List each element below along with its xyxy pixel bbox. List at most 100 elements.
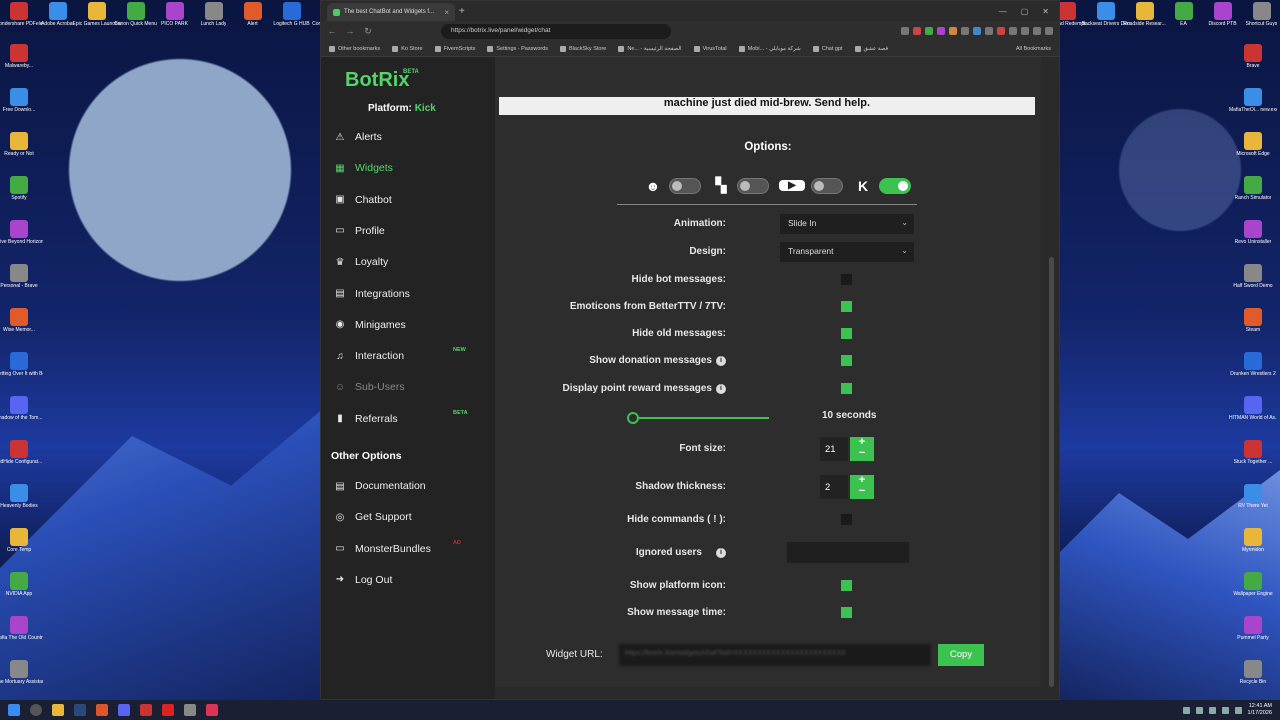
extension-icon[interactable] [961, 27, 969, 35]
desktop-icon[interactable]: Drunken Wrestlers 2 [1228, 352, 1278, 392]
bookmark-item[interactable]: Mobi... - شركة موبايلي [738, 45, 801, 52]
sidebar-item-monsterbundles[interactable]: ▭ MonsterBundles AD [321, 538, 495, 560]
maximize-icon[interactable]: ▢ [1021, 7, 1029, 16]
emoticons-checkbox[interactable] [841, 301, 852, 312]
extension-icon[interactable] [913, 27, 921, 35]
extension-icon[interactable] [1021, 27, 1029, 35]
desktop-icon[interactable]: Drive Beyond Horizons [0, 220, 43, 260]
bookmark-item[interactable]: Chat gpt [812, 45, 843, 52]
bookmark-item[interactable]: FivemScripts [434, 45, 475, 52]
desktop-icon[interactable]: Microsoft Edge [1228, 132, 1278, 172]
point-reward-checkbox[interactable] [841, 383, 852, 394]
bookmark-item[interactable]: VirusTotal [693, 45, 727, 52]
extension-icon[interactable] [973, 27, 981, 35]
desktop-icon[interactable]: Shadow of the Tom... [0, 396, 42, 436]
desktop-icon[interactable]: Brave [1228, 44, 1278, 84]
app-icon[interactable] [184, 704, 196, 716]
all-bookmarks[interactable]: All Bookmarks [1016, 46, 1051, 52]
brave-icon[interactable] [96, 704, 108, 716]
duration-slider-track[interactable] [627, 417, 769, 419]
font-size-input[interactable]: 21 [820, 437, 848, 461]
desktop-icon[interactable]: NVIDIA App [2, 572, 36, 612]
info-icon[interactable]: i [716, 383, 726, 394]
opera-icon[interactable] [162, 704, 174, 716]
animation-select[interactable]: Slide In ⌄ [780, 214, 914, 234]
desktop-icon[interactable]: EA [1165, 2, 1202, 40]
back-icon[interactable]: ← [327, 26, 337, 36]
desktop-icon[interactable]: HITMAN World of As... [1228, 396, 1278, 436]
extension-icon[interactable] [937, 27, 945, 35]
extension-icon[interactable] [985, 27, 993, 35]
forward-icon[interactable]: → [345, 26, 355, 36]
tray-icon[interactable] [1182, 706, 1190, 714]
desktop-icon[interactable]: Pummel Party [1228, 616, 1278, 656]
platform-icon-checkbox[interactable] [841, 580, 852, 591]
desktop-icon[interactable]: PICO PARK [156, 2, 193, 40]
desktop-icon[interactable]: Half Sword Demo [1228, 264, 1278, 304]
extension-icon[interactable] [1009, 27, 1017, 35]
desktop-icon[interactable]: Recycle Bin [1228, 660, 1278, 700]
shadow-input[interactable]: 2 [820, 475, 848, 499]
sidebar-item-sub-users[interactable]: ☺ Sub-Users [321, 376, 495, 398]
desktop-icon[interactable]: Roadside Resear... [1123, 2, 1166, 40]
discord-icon[interactable] [118, 704, 130, 716]
desktop-icon[interactable]: RV There Yet [1228, 484, 1278, 524]
copy-button[interactable]: Copy [938, 644, 984, 666]
desktop-icon[interactable]: Shortcut Guys [1243, 2, 1280, 40]
desktop-icon[interactable]: Adobe Acrobat [39, 2, 76, 40]
shadow-stepper[interactable]: + − [850, 475, 874, 499]
desktop-icon[interactable]: Canon Quick Menu [114, 2, 157, 40]
bookmark-item[interactable]: Ko Store [392, 45, 423, 52]
extension-icon[interactable] [1033, 27, 1041, 35]
desktop-icon[interactable]: Heavenly Bodies [0, 484, 38, 524]
new-tab-icon[interactable]: + [459, 6, 465, 17]
url-input[interactable]: https://botrix.live/panel/widget/chat [441, 23, 671, 39]
desktop-icon[interactable]: Steam [1228, 308, 1278, 348]
sidebar-item-loyalty[interactable]: ♛ Loyalty [321, 251, 495, 273]
app-icon[interactable] [206, 704, 218, 716]
steam-icon[interactable] [74, 704, 86, 716]
minimize-icon[interactable]: — [999, 7, 1007, 16]
desktop-icon[interactable]: The Mortuary Assistant [0, 660, 43, 700]
hide-bot-checkbox[interactable] [841, 274, 852, 285]
platform-toggle[interactable] [737, 177, 769, 194]
widget-url-field[interactable]: https://botrix.live/widgets/chat?bid=XXX… [619, 644, 931, 666]
tab-close-icon[interactable]: × [444, 8, 449, 17]
desktop-icon[interactable]: Core Temp [2, 528, 36, 568]
duration-slider-handle[interactable] [627, 412, 639, 424]
tray-icon[interactable] [1208, 706, 1216, 714]
desktop-icon[interactable]: Wondershare PDFelement [0, 2, 43, 40]
sidebar-item-chatbot[interactable]: ▣ Chatbot [321, 189, 495, 211]
windows-start-icon[interactable] [8, 704, 20, 716]
desktop-icon[interactable]: Free Downlo... [2, 88, 36, 128]
desktop-icon[interactable]: MafiaTheOl... new.exe [1228, 88, 1278, 128]
donation-checkbox[interactable] [841, 355, 852, 366]
reload-icon[interactable]: ↻ [363, 26, 373, 37]
desktop-icon[interactable]: Epic Games Launcher [73, 2, 121, 40]
platform-toggle[interactable] [811, 177, 843, 194]
bookmark-item[interactable]: Settings - Passwords [487, 45, 548, 52]
bookmark-item[interactable]: BlackSky Store [560, 45, 606, 52]
desktop-icon[interactable]: HidHide Configurat... [0, 440, 42, 480]
desktop-icon[interactable]: Stuck Together ... [1228, 440, 1278, 480]
search-icon[interactable] [30, 704, 42, 716]
desktop-icon[interactable]: Malwareby... [2, 44, 36, 84]
sidebar-item-alerts[interactable]: ⚠ Alerts [321, 126, 495, 148]
file-explorer-icon[interactable] [52, 704, 64, 716]
tray-icon[interactable] [1195, 706, 1203, 714]
ignored-users-input[interactable] [787, 542, 909, 563]
desktop-icon[interactable]: Mafia The Old Country [0, 616, 43, 656]
sidebar-item-widgets[interactable]: ▦ Widgets [321, 157, 495, 179]
platform-toggle[interactable] [879, 177, 911, 194]
clock[interactable]: 12:41 AM 1/17/2026 [1248, 703, 1272, 717]
desktop-icon[interactable]: Getting Over It with Ben... [0, 352, 43, 392]
extension-icon[interactable] [949, 27, 957, 35]
bookmark-item[interactable]: Ne... - الصفحة الرئيسية [618, 45, 682, 52]
bookmark-item[interactable]: قصة عشق [854, 45, 888, 52]
hide-commands-checkbox[interactable] [841, 514, 852, 525]
desktop-icon[interactable]: Myrmidon [1228, 528, 1278, 568]
desktop-icon[interactable]: Ranch Simulator [1228, 176, 1278, 216]
desktop-icon[interactable]: Discord PTB [1204, 2, 1241, 40]
desktop-icon[interactable]: Wallpaper Engine [1228, 572, 1278, 612]
message-time-checkbox[interactable] [841, 607, 852, 618]
